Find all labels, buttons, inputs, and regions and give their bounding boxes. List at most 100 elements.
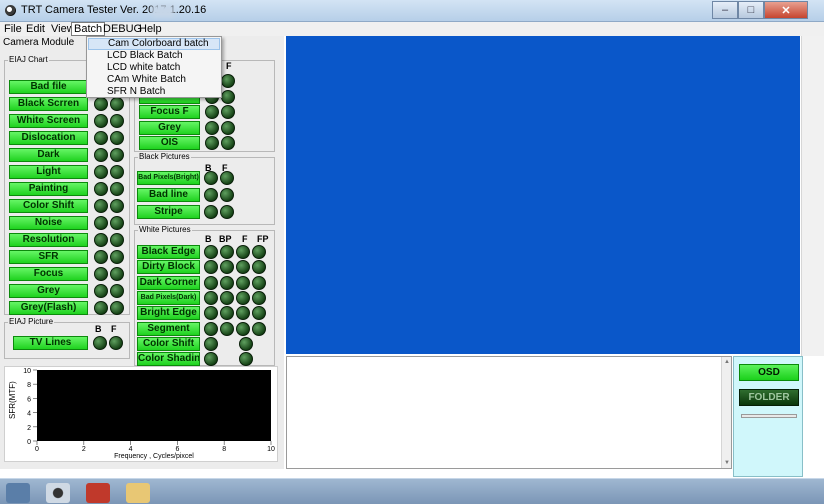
sfr-chart: 0 2 4 6 8 10 0 2 4 6 8 10 SFR(MTF) Frequency , Cycl… [4, 366, 278, 462]
colorboard-ois-b-indicator [205, 136, 219, 150]
black-stripe-button[interactable]: Stripe [137, 205, 200, 219]
sfr-x-tick-label: 8 [222, 446, 226, 453]
sfr-x-axis-label: Frequency , Cycles/pixcel [114, 453, 194, 460]
eiaj-painting-button[interactable]: Painting [9, 182, 88, 196]
colorboard-ois-button[interactable]: OIS [139, 136, 200, 150]
eiaj-light-button[interactable]: Light [9, 165, 88, 179]
eiaj-black-scrren-button[interactable]: Black Scrren [9, 97, 88, 111]
black-stripe-b-indicator [204, 205, 218, 219]
batch-item-cam-colorboard[interactable]: Cam Colorboard batch [88, 38, 220, 50]
scroll-down-icon[interactable]: ▼ [724, 460, 730, 466]
menu-file[interactable]: File [2, 22, 24, 36]
white-black-edge-bp-indicator [220, 245, 234, 259]
white-header-fp: FP [257, 234, 269, 244]
eiaj-grey-b-indicator [94, 284, 108, 298]
eiaj-chart-title: EIAJ Chart [8, 55, 49, 64]
taskbar [0, 478, 824, 504]
minimize-button[interactable]: – [712, 1, 738, 19]
batch-item-sfr-n[interactable]: SFR N Batch [88, 86, 220, 98]
eiaj-picture-header-f: F [111, 324, 117, 334]
folder-button[interactable]: FOLDER [739, 389, 799, 406]
camera-module-panel: Camera Module EIAJ Chart Bad file Black S… [0, 36, 284, 469]
sfr-plot-area [37, 370, 271, 441]
close-button[interactable]: ✕ [764, 1, 808, 19]
eiaj-picture-title: EIAJ Picture [8, 317, 55, 326]
black-stripe-f-indicator [220, 205, 234, 219]
eiaj-dislocation-f-indicator [110, 131, 124, 145]
menu-bar: File Edit View Batch DEBUG Help [0, 22, 824, 36]
eiaj-grey-button[interactable]: Grey [9, 284, 88, 298]
side-control-panel: OSD FOLDER [733, 356, 803, 477]
white-segment-button[interactable]: Segment [137, 321, 200, 336]
white-color-shading-button[interactable]: Color Shading [137, 352, 200, 367]
sfr-y-tick-label: 10 [23, 368, 31, 375]
white-bad-pixels-dark-button[interactable]: Bad Pixels(Dark) [137, 290, 200, 305]
eiaj-white-screen-f-indicator [110, 114, 124, 128]
batch-item-lcd-black[interactable]: LCD Black Batch [88, 50, 220, 62]
maximize-button[interactable]: □ [738, 1, 764, 19]
camera-preview [286, 36, 800, 354]
colorboard-grey-button[interactable]: Grey [139, 120, 200, 135]
eiaj-light-b-indicator [94, 165, 108, 179]
white-bad-pixels-dark-f-indicator [236, 290, 250, 305]
eiaj-white-screen-button[interactable]: White Screen [9, 114, 88, 128]
white-color-shift-button[interactable]: Color Shift [137, 336, 200, 351]
media-icon[interactable] [86, 483, 110, 503]
sfr-y-tick-label: 4 [27, 411, 31, 418]
colorboard-focus-f-button[interactable]: Focus F [139, 105, 200, 119]
white-dark-corner-fp-indicator [252, 275, 266, 290]
eiaj-sfr-b-indicator [94, 250, 108, 264]
osd-button[interactable]: OSD [739, 364, 799, 381]
white-segment-b-indicator [204, 321, 218, 336]
white-color-shift-f-indicator [239, 336, 253, 351]
menu-help[interactable]: Help [137, 22, 164, 36]
white-dark-corner-b-indicator [204, 275, 218, 290]
eiaj-noise-button[interactable]: Noise [9, 216, 88, 230]
white-color-shift-b-indicator [204, 336, 218, 351]
batch-item-lcd-white[interactable]: LCD white batch [88, 62, 220, 74]
sfr-y-tick-label: 0 [27, 439, 31, 446]
app-icon [5, 5, 16, 16]
eiaj-focus-button[interactable]: Focus [9, 267, 88, 281]
eiaj-grey-flash-b-indicator [94, 301, 108, 315]
eiaj-sfr-button[interactable]: SFR [9, 250, 88, 264]
menu-edit[interactable]: Edit [24, 22, 47, 36]
log-output[interactable]: ▲ ▼ [286, 356, 732, 469]
window-edge [801, 36, 824, 356]
eiaj-resolution-button[interactable]: Resolution [9, 233, 88, 247]
folder-icon[interactable] [126, 483, 150, 503]
white-color-shading-b-indicator [204, 352, 218, 367]
sfr-x-tick-label: 6 [175, 446, 179, 453]
panel-label: Camera Module [3, 37, 75, 48]
eiaj-grey-flash-button[interactable]: Grey(Flash) [9, 301, 88, 315]
white-header-b: B [205, 234, 212, 244]
eiaj-dark-button[interactable]: Dark [9, 148, 88, 162]
colorboard-focus-f-b-indicator [205, 105, 219, 119]
white-black-edge-button[interactable]: Black Edge [137, 245, 200, 259]
start-orb-icon[interactable] [6, 483, 30, 503]
tv-lines-button[interactable]: TV Lines [13, 336, 88, 350]
colorboard-item-0-f-indicator [221, 74, 235, 88]
camera-app-icon[interactable] [46, 483, 70, 503]
white-header-f: F [242, 234, 248, 244]
white-bad-pixels-dark-bp-indicator [220, 290, 234, 305]
scroll-up-icon[interactable]: ▲ [724, 359, 730, 365]
eiaj-color-shift-button[interactable]: Color Shift [9, 199, 88, 213]
white-dark-corner-bp-indicator [220, 275, 234, 290]
white-dirty-block-button[interactable]: Dirty Block [137, 260, 200, 275]
black-bad-line-button[interactable]: Bad line [137, 188, 200, 202]
progress-slider[interactable] [741, 414, 797, 418]
batch-item-cam-white[interactable]: CAm White Batch [88, 74, 220, 86]
eiaj-bad-file-button[interactable]: Bad file [9, 80, 88, 94]
white-segment-f-indicator [236, 321, 250, 336]
window-title: TRT Camera Tester Ver. 2017.1.20.16 [21, 4, 207, 16]
eiaj-resolution-b-indicator [94, 233, 108, 247]
eiaj-dislocation-button[interactable]: Dislocation [9, 131, 88, 145]
white-dark-corner-button[interactable]: Dark Corner [137, 275, 200, 290]
white-bright-edge-button[interactable]: Bright Edge [137, 306, 200, 321]
white-dark-corner-f-indicator [236, 275, 250, 290]
log-scrollbar[interactable]: ▲ ▼ [721, 357, 731, 468]
colorboard-focus-f-f-indicator [221, 105, 235, 119]
black-bad-pixels-bright-button[interactable]: Bad Pixels(Bright) [137, 171, 200, 185]
black-pictures-title: Black Pictures [138, 152, 191, 161]
